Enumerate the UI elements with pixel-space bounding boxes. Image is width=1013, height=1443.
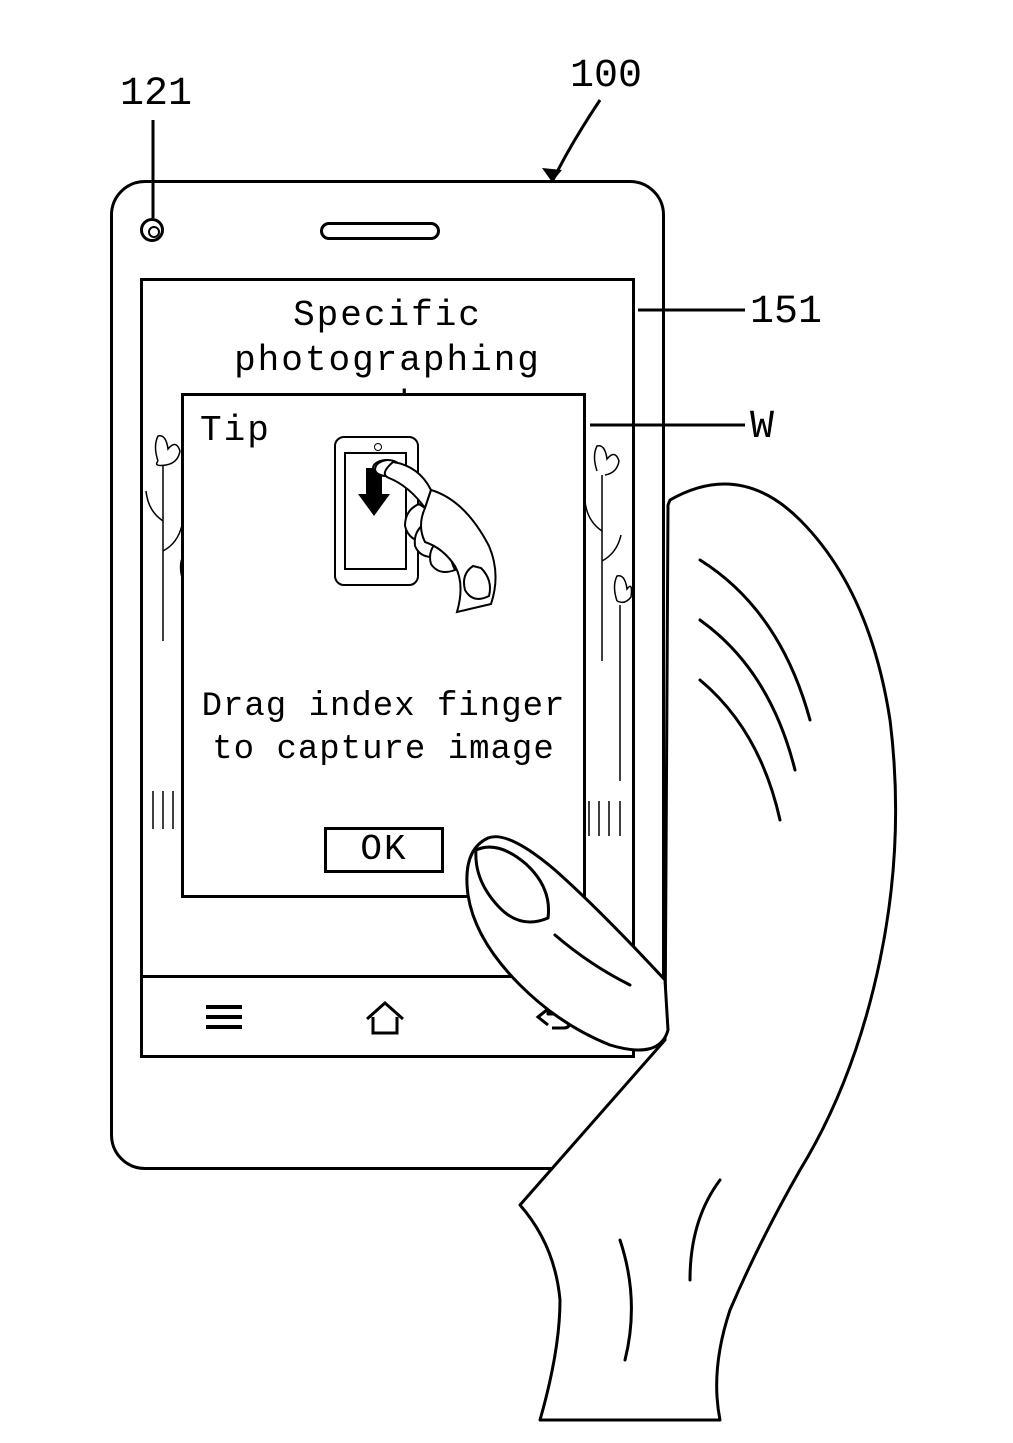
callout-window-label: W (750, 405, 774, 450)
tip-instruction-line2: to capture image (212, 731, 554, 769)
back-icon[interactable] (522, 997, 576, 1037)
earpiece-speaker (320, 222, 440, 240)
nav-bar (143, 975, 632, 1055)
tip-instruction-line1: Drag index finger (202, 688, 566, 726)
phone-screen[interactable]: Specific photographing mode Tip (140, 278, 635, 1058)
tip-instruction: Drag index finger to capture image (184, 686, 583, 771)
ok-button[interactable]: OK (324, 827, 444, 873)
patent-figure: 121 100 151 W (0, 0, 1013, 1443)
callout-display-label: 151 (750, 290, 822, 335)
home-icon[interactable] (361, 997, 409, 1037)
mini-finger-icon (369, 456, 509, 606)
front-camera (140, 218, 164, 242)
menu-icon[interactable] (200, 999, 248, 1035)
tip-illustration (314, 426, 514, 646)
callout-camera-label: 121 (120, 72, 192, 117)
tip-popup: Tip (181, 393, 586, 898)
callout-device-label: 100 (570, 54, 642, 99)
mode-title-line1: Specific photographing (234, 295, 541, 381)
tip-header: Tip (200, 410, 271, 451)
